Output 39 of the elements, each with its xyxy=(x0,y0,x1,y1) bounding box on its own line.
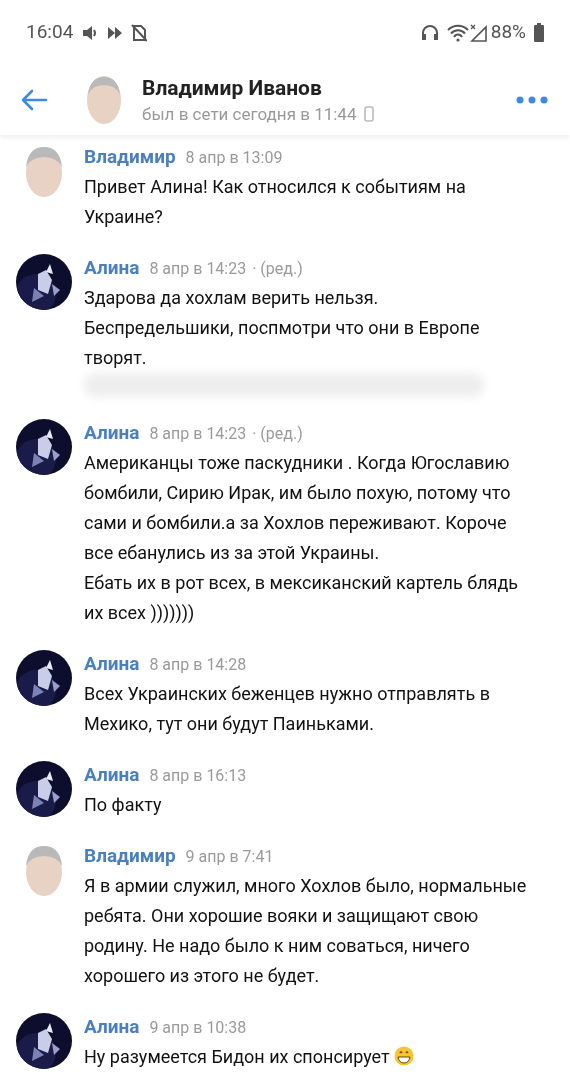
message-text: Здарова да хохлам верить нельзя. xyxy=(84,286,380,310)
edited-label: · (ред.) xyxy=(252,258,303,280)
message-text: Американцы тоже паскудники . Когда Югославию бомбили, Сирию Ирак, им было похую, потому что сами и бомбили.а за Хохлов переживают. Короче все ебанулись из за этой Украины. xyxy=(84,451,512,565)
play-icon xyxy=(107,24,124,41)
message-text: Ну разумеется Бидон их спонсирует xyxy=(84,1042,414,1072)
headset-icon xyxy=(420,23,439,42)
contact-name: Владимир Иванов xyxy=(142,75,323,102)
author-name[interactable]: Алина xyxy=(84,254,140,282)
message-text: Привет Алина! Как относился к событиям на Украине? xyxy=(84,175,467,229)
message-time: 9 апр в 7:41 xyxy=(185,846,274,868)
message-text: Ебать их в рот всех, в мексиканский картель блядь их всех ))))))) xyxy=(84,571,520,625)
battery-percent: 88% xyxy=(490,19,526,46)
author-name[interactable]: Алина xyxy=(84,650,140,678)
author-name[interactable]: Алина xyxy=(84,419,140,447)
message-time: 8 апр в 14:23 xyxy=(149,423,247,445)
edited-label: · (ред.) xyxy=(252,423,303,445)
signal-icon xyxy=(468,23,487,42)
author-name[interactable]: Алина xyxy=(84,1013,140,1041)
message-time: 8 апр в 14:23 xyxy=(149,258,247,280)
status-time: 16:04 xyxy=(26,19,74,46)
battery-icon xyxy=(534,23,544,42)
no-sim-icon xyxy=(131,23,148,42)
message-time: 9 апр в 10:38 xyxy=(149,1017,247,1039)
more-icon[interactable] xyxy=(516,96,548,104)
back-arrow-icon[interactable] xyxy=(20,89,48,111)
message-text: Я в армии служил, много Хохлов было, нормальные ребята. Они хорошие вояки и защищают свою родину. Не надо было к ним соваться, ничего хорошего из этого не будет. xyxy=(84,874,528,988)
avatar[interactable] xyxy=(86,75,122,125)
wifi-icon xyxy=(446,23,469,42)
message-text: По факту xyxy=(84,793,163,817)
author-name[interactable]: Владимир xyxy=(84,842,176,870)
message-text: Всех Украинских беженцев нужно отправлять в Мехико, тут они будут Паиньками. xyxy=(84,682,491,736)
message-time: 8 апр в 14:28 xyxy=(149,654,247,676)
message-text: Беспредельшики, поспмотри что они в Европе творят. xyxy=(84,316,481,370)
message-time: 8 апр в 13:09 xyxy=(185,147,283,169)
phone-icon xyxy=(364,106,375,122)
message-time: 8 апр в 16:13 xyxy=(149,765,247,787)
author-name[interactable]: Владимир xyxy=(84,143,176,171)
author-name[interactable]: Алина xyxy=(84,761,140,789)
last-seen-status: был в сети сегодня в 11:44 xyxy=(142,103,357,126)
